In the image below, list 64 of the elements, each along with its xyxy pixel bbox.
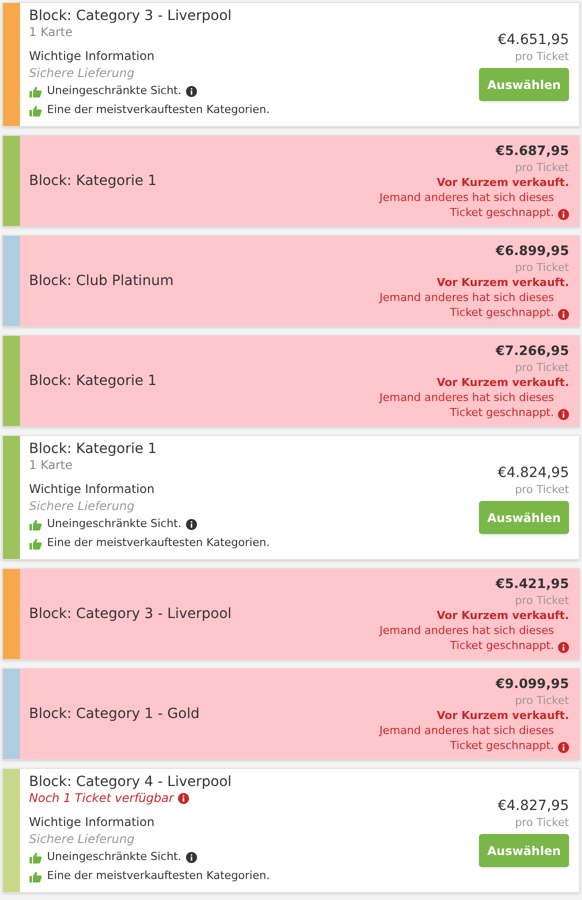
thumbs-up-icon [29, 518, 42, 530]
feature-text: Uneingeschränkte Sicht. [47, 516, 182, 532]
price-unit: pro Ticket [514, 592, 569, 608]
ticket-quantity: 1 Karte [29, 25, 74, 40]
sold-message: Jemand anderes hat sich dieses Ticket geschnappt. [378, 622, 554, 652]
feature-text: Uneingeschränkte Sicht. [47, 83, 182, 100]
info-heading: Wichtige Information [29, 814, 156, 831]
price-unit: pro Ticket [514, 815, 569, 831]
ticket-price: €4.651,95 [498, 31, 569, 49]
feature-text: Uneingeschränkte Sicht. [47, 849, 182, 866]
ticket-price: €6.899,95 [496, 242, 569, 260]
block-title: Block: Category 4 - Liverpool [29, 773, 233, 791]
info-heading: Wichtige Information [29, 48, 156, 65]
info-icon [558, 742, 569, 752]
price-unit: pro Ticket [514, 360, 569, 374]
info-icon [558, 208, 569, 220]
info-heading: Wichtige Information [29, 481, 156, 498]
ticket-price: €5.421,95 [496, 576, 569, 592]
feature-text: Eine der meistverkauftesten Kategorien. [47, 102, 270, 118]
price-unit: pro Ticket [514, 160, 569, 174]
info-icon [178, 793, 189, 804]
ticket-price: €7.266,95 [496, 342, 569, 360]
price-unit: pro Ticket [514, 482, 569, 498]
sold-status: Vor Kurzem verkauft. [436, 374, 569, 390]
ticket-quantity: 1 Karte [29, 458, 74, 473]
delivery-note: Sichere Lieferung [29, 65, 136, 82]
block-title: Block: Category 3 - Liverpool [29, 7, 233, 25]
ticket-price: €5.687,95 [496, 142, 569, 160]
sold-message: Jemand anderes hat sich dieses Ticket geschnappt. [378, 190, 554, 220]
sold-status: Vor Kurzem verkauft. [436, 274, 569, 290]
block-title: Block: Category 1 - Gold [29, 704, 200, 724]
info-icon [558, 308, 569, 320]
price-unit: pro Ticket [514, 49, 569, 65]
block-title: Block: Kategorie 1 [29, 372, 157, 390]
price-unit: pro Ticket [514, 692, 569, 708]
thumbs-up-icon [29, 852, 42, 864]
info-icon [558, 642, 569, 652]
sold-message: Jemand anderes hat sich dieses Ticket geschnappt. [378, 290, 554, 320]
block-title: Block: Category 3 - Liverpool [29, 604, 232, 624]
sold-status: Vor Kurzem verkauft. [436, 708, 569, 722]
ticket-price: €4.824,95 [498, 464, 569, 482]
feature-text: Eine der meistverkauftesten Kategorien. [47, 868, 270, 884]
sold-message: Jemand anderes hat sich dieses Ticket geschnappt. [378, 722, 554, 752]
select-button[interactable]: Auswählen [479, 68, 569, 101]
info-icon [558, 408, 569, 420]
availability-note: Noch 1 Ticket verfügbar [29, 791, 174, 806]
thumbs-up-icon [29, 538, 42, 550]
select-button[interactable]: Auswählen [479, 834, 569, 867]
block-title: Block: Kategorie 1 [29, 172, 157, 190]
price-unit: pro Ticket [514, 260, 569, 274]
block-title: Block: Kategorie 1 [29, 440, 158, 458]
sold-status: Vor Kurzem verkauft. [436, 174, 569, 190]
select-button[interactable]: Auswählen [479, 501, 569, 534]
thumbs-up-icon [29, 870, 42, 882]
delivery-note: Sichere Lieferung [29, 831, 136, 848]
block-title: Block: Club Platinum [29, 272, 174, 290]
delivery-note: Sichere Lieferung [29, 498, 136, 515]
thumbs-up-icon [29, 86, 42, 98]
sold-status: Vor Kurzem verkauft. [436, 608, 569, 622]
ticket-price: €9.099,95 [496, 676, 569, 692]
thumbs-up-icon [29, 104, 42, 116]
feature-text: Eine der meistverkauftesten Kategorien. [47, 535, 270, 552]
ticket-price: €4.827,95 [498, 797, 569, 815]
sold-message: Jemand anderes hat sich dieses Ticket geschnappt. [378, 390, 554, 420]
